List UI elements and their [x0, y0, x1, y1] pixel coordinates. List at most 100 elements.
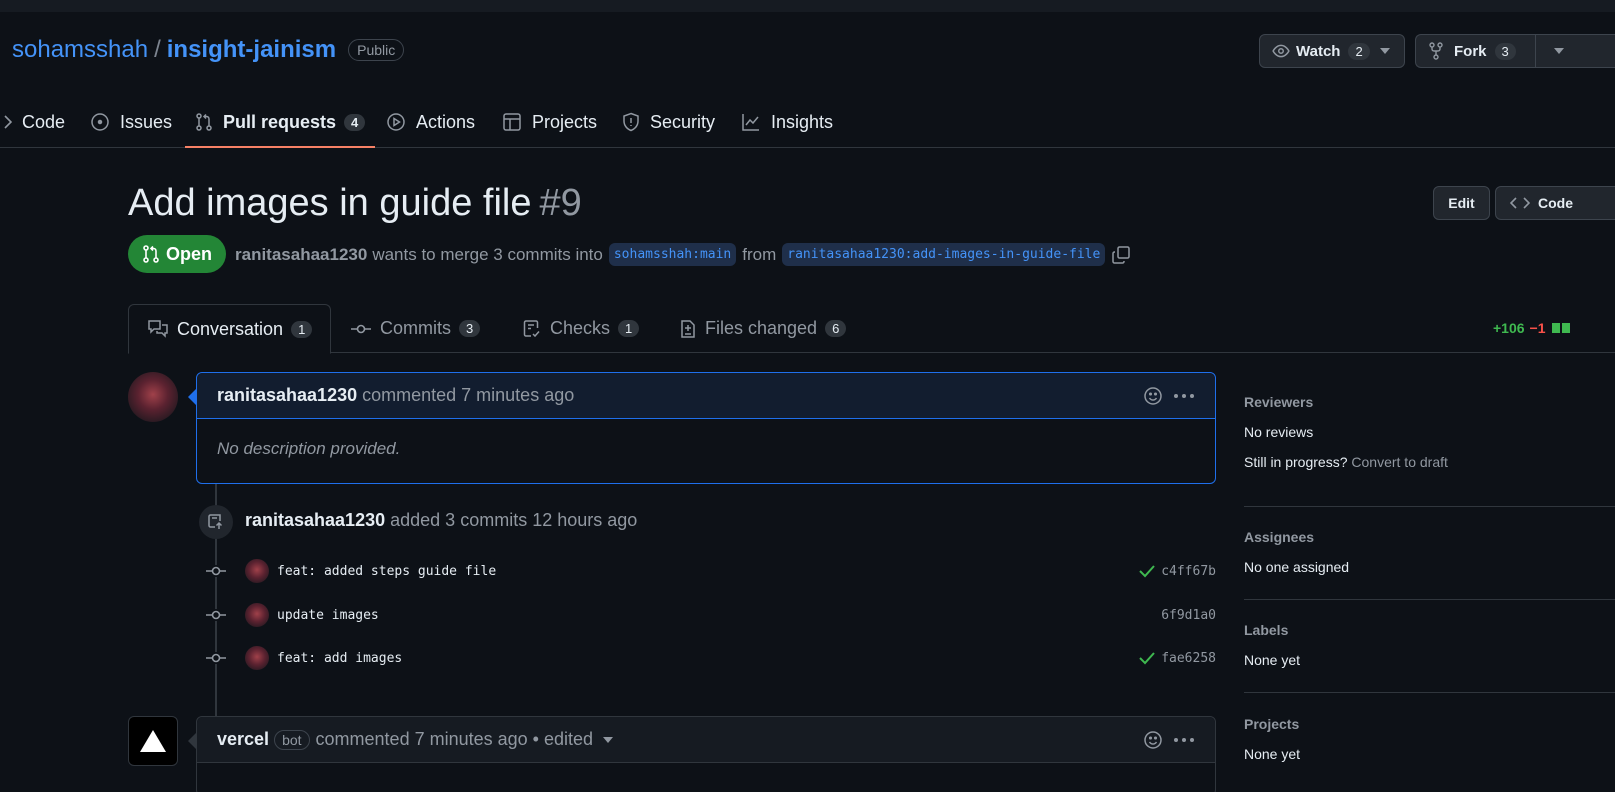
comment-discussion-icon [147, 319, 169, 339]
tab-checks-count: 1 [618, 320, 640, 337]
git-commit-icon [205, 565, 227, 577]
commit-message-link[interactable]: feat: add images [277, 651, 402, 666]
vercel-comment: vercel bot commented 7 minutes ago • edi… [196, 716, 1216, 792]
tab-commits[interactable]: Commits 3 [350, 304, 481, 353]
draft-prompt: Still in progress? Convert to draft [1244, 454, 1615, 470]
triangle-down-icon[interactable] [603, 736, 613, 743]
bot-badge: bot [274, 729, 310, 750]
comment-header: ranitasahaa1230 commented 7 minutes ago [197, 373, 1215, 419]
code-label: Code [1538, 195, 1573, 211]
nav-issues-label: Issues [120, 111, 173, 132]
triangle-down-icon [1379, 48, 1390, 54]
table-icon [502, 112, 522, 132]
kebab-horizontal-icon[interactable] [1173, 737, 1195, 743]
watch-count: 2 [1348, 42, 1370, 60]
commit-sha-link[interactable]: 6f9d1a0 [1161, 608, 1216, 623]
comment-caret [188, 733, 196, 749]
base-branch[interactable]: sohamsshah:main [608, 243, 737, 266]
tab-conversation[interactable]: Conversation 1 [128, 304, 332, 354]
projects-title[interactable]: Projects [1244, 716, 1615, 732]
nav-pull-requests-label: Pull requests [223, 111, 337, 132]
edit-label: Edit [1448, 195, 1475, 211]
assignees-value: No one assigned [1244, 559, 1350, 575]
vercel-avatar[interactable] [128, 716, 178, 766]
top-strip [0, 0, 1615, 12]
event-author-link[interactable]: ranitasahaa1230 [245, 510, 385, 530]
edit-button[interactable]: Edit [1433, 186, 1490, 220]
git-pull-request-icon [142, 244, 160, 264]
smiley-icon[interactable] [1143, 386, 1163, 406]
nav-actions-label: Actions [416, 111, 476, 132]
reviewers-section: Reviewers No reviews Still in progress? … [1244, 394, 1615, 470]
comment-header: vercel bot commented 7 minutes ago • edi… [197, 717, 1215, 763]
nav-code[interactable]: Code [4, 96, 65, 148]
nav-security[interactable]: Security [622, 96, 715, 148]
comment-action: commented 7 minutes ago [362, 385, 575, 405]
event-text: added 3 commits 12 hours ago [390, 510, 638, 530]
avatar[interactable] [128, 372, 178, 422]
nav-issues[interactable]: Issues [90, 96, 172, 148]
tab-conversation-count: 1 [291, 320, 313, 338]
repo-push-icon [199, 505, 233, 539]
tab-files-changed[interactable]: Files changed 6 [679, 304, 847, 353]
nav-actions[interactable]: Actions [386, 96, 475, 148]
commit-message-link[interactable]: update images [277, 608, 379, 623]
convert-to-draft-link[interactable]: Convert to draft [1351, 454, 1448, 470]
smiley-icon[interactable] [1143, 730, 1163, 750]
commit-sha-link[interactable]: fae6258 [1161, 651, 1216, 666]
pr-author-link[interactable]: ranitasahaa1230 [235, 245, 367, 265]
projects-value: None yet [1244, 746, 1301, 762]
avatar[interactable] [245, 559, 269, 583]
projects-section: Projects None yet [1244, 716, 1615, 762]
commit-message-link[interactable]: feat: added steps guide file [277, 564, 496, 579]
comment-author-link[interactable]: ranitasahaa1230 [217, 385, 357, 406]
check-icon[interactable] [1139, 651, 1155, 665]
nav-security-label: Security [650, 111, 716, 132]
repo-nav: Code Issues Pull requests 4 Actions Proj… [0, 96, 1615, 148]
avatar[interactable] [245, 603, 269, 627]
git-commit-icon [350, 322, 372, 336]
nav-projects[interactable]: Projects [502, 96, 597, 148]
pr-meta: ranitasahaa1230 wants to merge 3 commits… [235, 243, 1131, 266]
repo-name-link[interactable]: insight-jainism [167, 36, 336, 64]
pr-state-badge: Open [128, 235, 227, 273]
commit-sha-link[interactable]: c4ff67b [1161, 564, 1216, 579]
commit-row: update images 6f9d1a0 [205, 600, 1216, 630]
reviewers-title[interactable]: Reviewers [1244, 394, 1615, 410]
checklist-icon [522, 319, 542, 339]
fork-button[interactable]: Fork 3 [1415, 34, 1615, 68]
tab-commits-label: Commits [380, 318, 451, 338]
commit-row: feat: add images fae6258 [205, 643, 1216, 673]
progress-text: Still in progress? [1244, 454, 1348, 470]
nav-insights[interactable]: Insights [741, 96, 833, 148]
check-icon[interactable] [1139, 564, 1155, 578]
git-commit-icon [205, 609, 227, 621]
pr-number: #9 [539, 182, 582, 224]
nav-pull-requests[interactable]: Pull requests 4 [184, 96, 376, 148]
comment-body: No description provided. [217, 439, 401, 458]
pull-requests-count: 4 [344, 113, 366, 131]
from-text: from [742, 244, 777, 264]
labels-section: Labels None yet [1244, 622, 1615, 668]
kebab-horizontal-icon[interactable] [1173, 393, 1195, 399]
avatar[interactable] [245, 646, 269, 670]
pr-tabs: Conversation 1 Commits 3 Checks 1 Files … [128, 304, 1615, 354]
head-branch[interactable]: ranitasahaa1230:add-images-in-guide-file [782, 243, 1106, 266]
watch-button[interactable]: Watch 2 [1259, 34, 1405, 68]
pr-state-label: Open [166, 243, 213, 264]
assignees-title[interactable]: Assignees [1244, 529, 1615, 545]
comment-author-link[interactable]: vercel [217, 729, 269, 750]
diff-blocks [1551, 323, 1572, 333]
fork-dropdown-icon[interactable] [1554, 48, 1564, 54]
tab-checks[interactable]: Checks 1 [522, 304, 640, 353]
code-button[interactable]: Code [1495, 186, 1615, 220]
git-pull-request-icon [195, 112, 213, 132]
divider [1244, 506, 1615, 507]
copy-icon[interactable] [1111, 245, 1131, 265]
repo-owner-link[interactable]: sohamsshah [12, 36, 148, 64]
tab-files-count: 6 [825, 320, 847, 337]
labels-title[interactable]: Labels [1244, 622, 1615, 638]
divider [1244, 692, 1615, 693]
comment-action[interactable]: commented 7 minutes ago • edited [316, 729, 593, 750]
chevron-right-icon [4, 115, 12, 129]
